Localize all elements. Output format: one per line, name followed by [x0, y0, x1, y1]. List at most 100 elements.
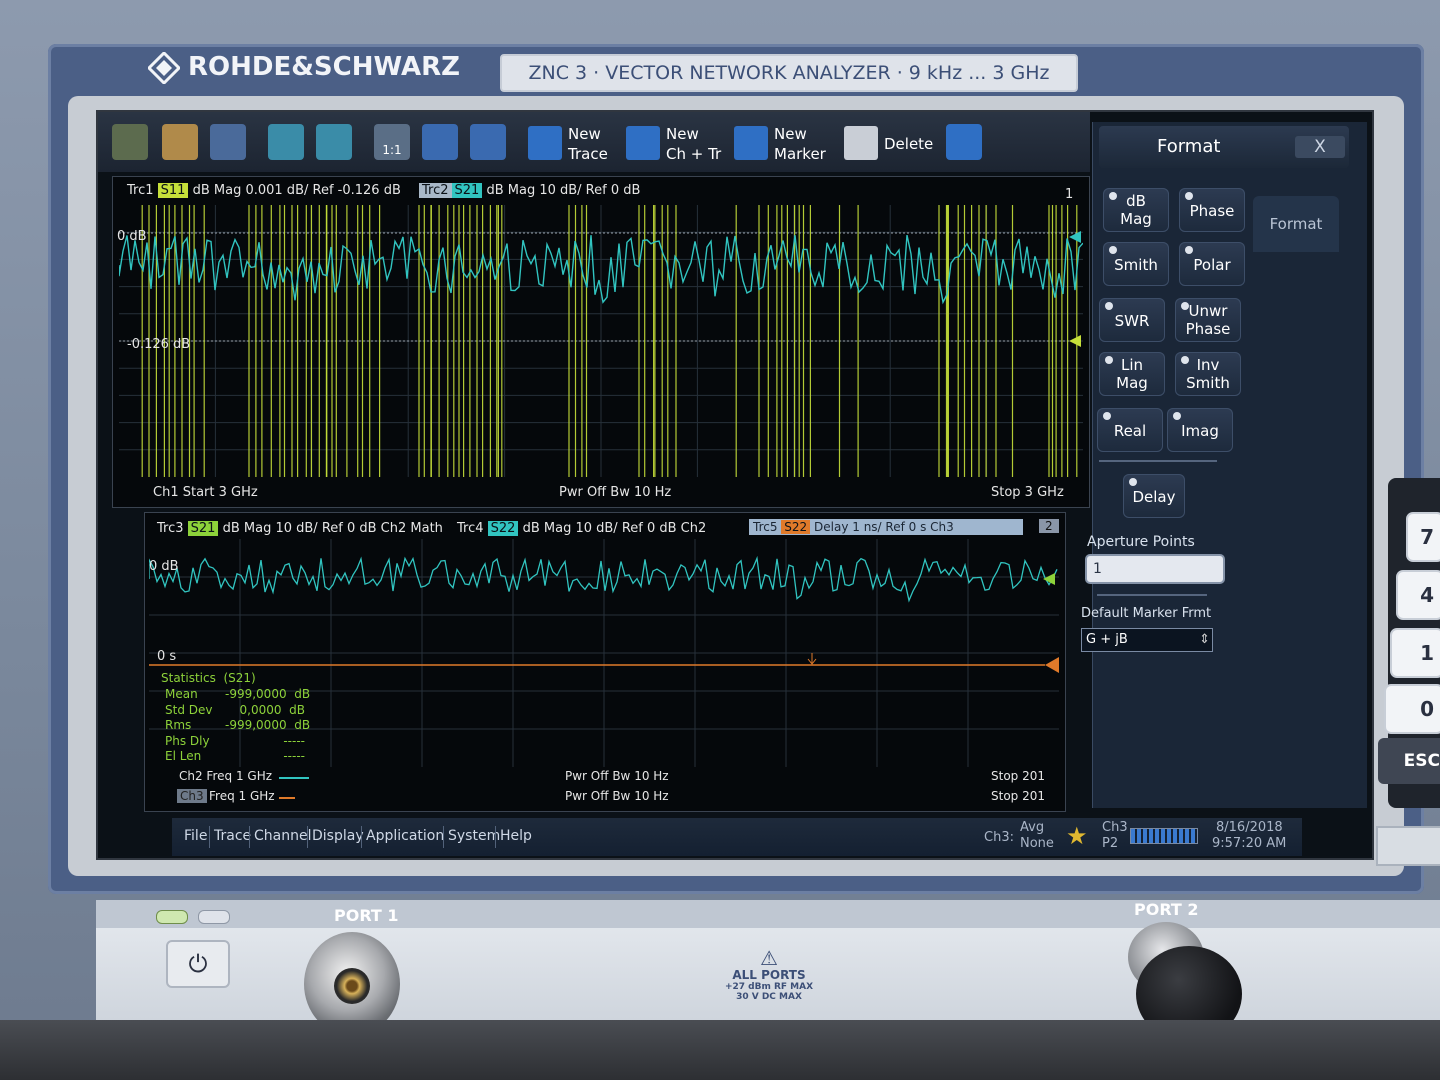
smith-button[interactable]: Smith [1103, 242, 1169, 286]
menu-system[interactable]: System [448, 828, 500, 844]
new-trace-button[interactable]: New Trace [528, 120, 624, 166]
menu-trace[interactable]: Trace [214, 828, 251, 844]
menu-bar: File Trace Channel Display Application System… [172, 818, 1302, 856]
zoom-trace-icon[interactable] [470, 124, 506, 160]
key-4[interactable]: 4 [1396, 570, 1440, 620]
key-1[interactable]: 1 [1390, 628, 1440, 678]
real-button[interactable]: Real [1097, 408, 1163, 452]
polar-button[interactable]: Polar [1179, 242, 1245, 286]
inv-smith-button[interactable]: Inv Smith [1175, 352, 1241, 396]
menu-file[interactable]: File [184, 828, 207, 844]
key-7[interactable]: 7 [1406, 512, 1440, 562]
trace-4-header[interactable]: Trc4 S22 dB Mag 10 dB/ Ref 0 dB Ch2 [457, 521, 706, 536]
diagram-2-ch3-tag: Ch3 [177, 789, 207, 803]
delay-button[interactable]: Delay [1123, 474, 1185, 518]
menu-display[interactable]: Display [312, 828, 364, 844]
statistics-title: Statistics (S21) [161, 671, 256, 685]
trace-4-line [149, 555, 1058, 603]
trace-2-header[interactable]: Trc2 S21 dB Mag 10 dB/ Ref 0 dB [419, 183, 640, 198]
zoom-icon[interactable] [422, 124, 458, 160]
status-channel: Ch3: [984, 830, 1014, 845]
zoom-1to1-icon[interactable]: 1:1 [374, 124, 410, 160]
led-indicator [1105, 302, 1113, 310]
stat-value: ----- [283, 733, 305, 748]
port-1-center-pin [334, 968, 370, 1004]
rs-logo-icon [148, 52, 180, 84]
delete-button[interactable]: Delete [844, 120, 936, 166]
ref-label-0db: 0 dB [117, 229, 147, 244]
stat-label: Rms [165, 718, 192, 732]
trace-3-header[interactable]: Trc3 S21 dB Mag 10 dB/ Ref 0 dB Ch2 Math [157, 521, 443, 536]
screen: 1:1 New Trace New Ch + Tr New Marker Del… [96, 110, 1374, 860]
new-setup-icon[interactable] [112, 124, 148, 160]
menu-help[interactable]: Help [500, 828, 532, 844]
power-icon: ⏻ [188, 950, 208, 978]
diagram-2-ch3: Freq 1 GHz [209, 789, 275, 803]
phase-button[interactable]: Phase [1179, 188, 1245, 232]
undo-icon[interactable] [268, 124, 304, 160]
ref-label-0s: 0 s [157, 649, 177, 664]
power-button[interactable]: ⏻ [166, 940, 230, 988]
stat-label: Std Dev [165, 702, 213, 717]
diagram-1-power: Pwr Off Bw 10 Hz [559, 485, 672, 500]
redo-icon[interactable] [316, 124, 352, 160]
menu-application[interactable]: Application [366, 828, 444, 844]
esc-key[interactable]: ESC [1378, 738, 1440, 784]
ref-label-trc1: -0.126 dB [127, 337, 191, 352]
stat-value: ----- [283, 749, 305, 763]
trace-5-header[interactable]: Trc5 S22 Delay 1 ns/ Ref 0 s Ch3 [749, 519, 1023, 535]
menu-separator [209, 826, 210, 848]
ch3-legend-line [279, 797, 295, 799]
default-marker-format-select[interactable]: G + jB ⇕ [1081, 628, 1213, 652]
diagram-2-power-ch2: Pwr Off Bw 10 Hz [565, 769, 669, 783]
key-0[interactable]: 0 [1384, 684, 1440, 734]
led-indicator [1103, 412, 1111, 420]
diagram-number: 2 [1039, 519, 1059, 533]
lin-mag-button[interactable]: Lin Mag [1099, 352, 1165, 396]
menu-separator [307, 826, 308, 848]
softkey-panel: Format X Format dB Mag Phase Smith Polar SWR… [1081, 122, 1367, 808]
status-date: 8/16/2018 [1216, 820, 1283, 835]
new-channel-trace-button[interactable]: New Ch + Tr [626, 120, 730, 166]
menu-separator [249, 826, 250, 848]
new-marker-icon [734, 126, 768, 160]
stat-value: -999,0000 dB [225, 718, 311, 732]
diagram-2-power-ch3: Pwr Off Bw 10 Hz [565, 789, 669, 803]
imag-button[interactable]: Imag [1167, 408, 1233, 452]
new-trace-icon [528, 126, 562, 160]
diagram-1-plot[interactable] [119, 205, 1083, 477]
diagram-1[interactable]: Trc1 S11 dB Mag 0.001 dB/ Ref -0.126 dB … [112, 176, 1090, 508]
close-icon[interactable]: X [1295, 136, 1345, 158]
preset-lightning-icon[interactable] [946, 124, 982, 160]
unwr-phase-button[interactable]: Unwr Phase [1175, 298, 1241, 342]
diagram-2[interactable]: Trc3 S21 dB Mag 10 dB/ Ref 0 dB Ch2 Math… [144, 512, 1066, 812]
divider [1097, 594, 1207, 596]
usb-port-icon[interactable] [1376, 826, 1440, 866]
diagram-2-stop-ch2: Stop 201 [991, 769, 1045, 783]
tab-format[interactable]: Format [1253, 196, 1339, 252]
divider [1099, 460, 1217, 462]
new-marker-button[interactable]: New Marker [734, 120, 838, 166]
swr-button[interactable]: SWR [1099, 298, 1165, 342]
stat-value: -999,0000 dB [225, 687, 311, 701]
menu-separator [443, 826, 444, 848]
menu-channel[interactable]: Channel [254, 828, 311, 844]
aperture-points-input[interactable]: 1 [1085, 554, 1225, 584]
trace-1-header[interactable]: Trc1 S11 dB Mag 0.001 dB/ Ref -0.126 dB [127, 183, 401, 198]
port-label-band [96, 900, 1440, 928]
status-averaging: Avg None [1020, 820, 1054, 851]
save-icon[interactable] [210, 124, 246, 160]
star-icon: ★ [1066, 822, 1088, 850]
panel-title: Format X [1099, 126, 1349, 168]
led-indicator [1109, 246, 1117, 254]
port-1-label: PORT 1 [334, 906, 399, 925]
diagram-1-start: Ch1 Start 3 GHz [153, 485, 258, 500]
menu-separator [361, 826, 362, 848]
toolbar: 1:1 New Trace New Ch + Tr New Marker Del… [98, 112, 1090, 172]
diagram-2-ch2: Ch2 Freq 1 GHz [179, 769, 273, 783]
db-mag-button[interactable]: dB Mag [1103, 188, 1169, 232]
open-folder-icon[interactable] [162, 124, 198, 160]
model-plate: ZNC 3 · VECTOR NETWORK ANALYZER · 9 kHz … [500, 54, 1078, 92]
stat-label: Phs Dly [165, 733, 210, 748]
trash-icon [844, 126, 878, 160]
